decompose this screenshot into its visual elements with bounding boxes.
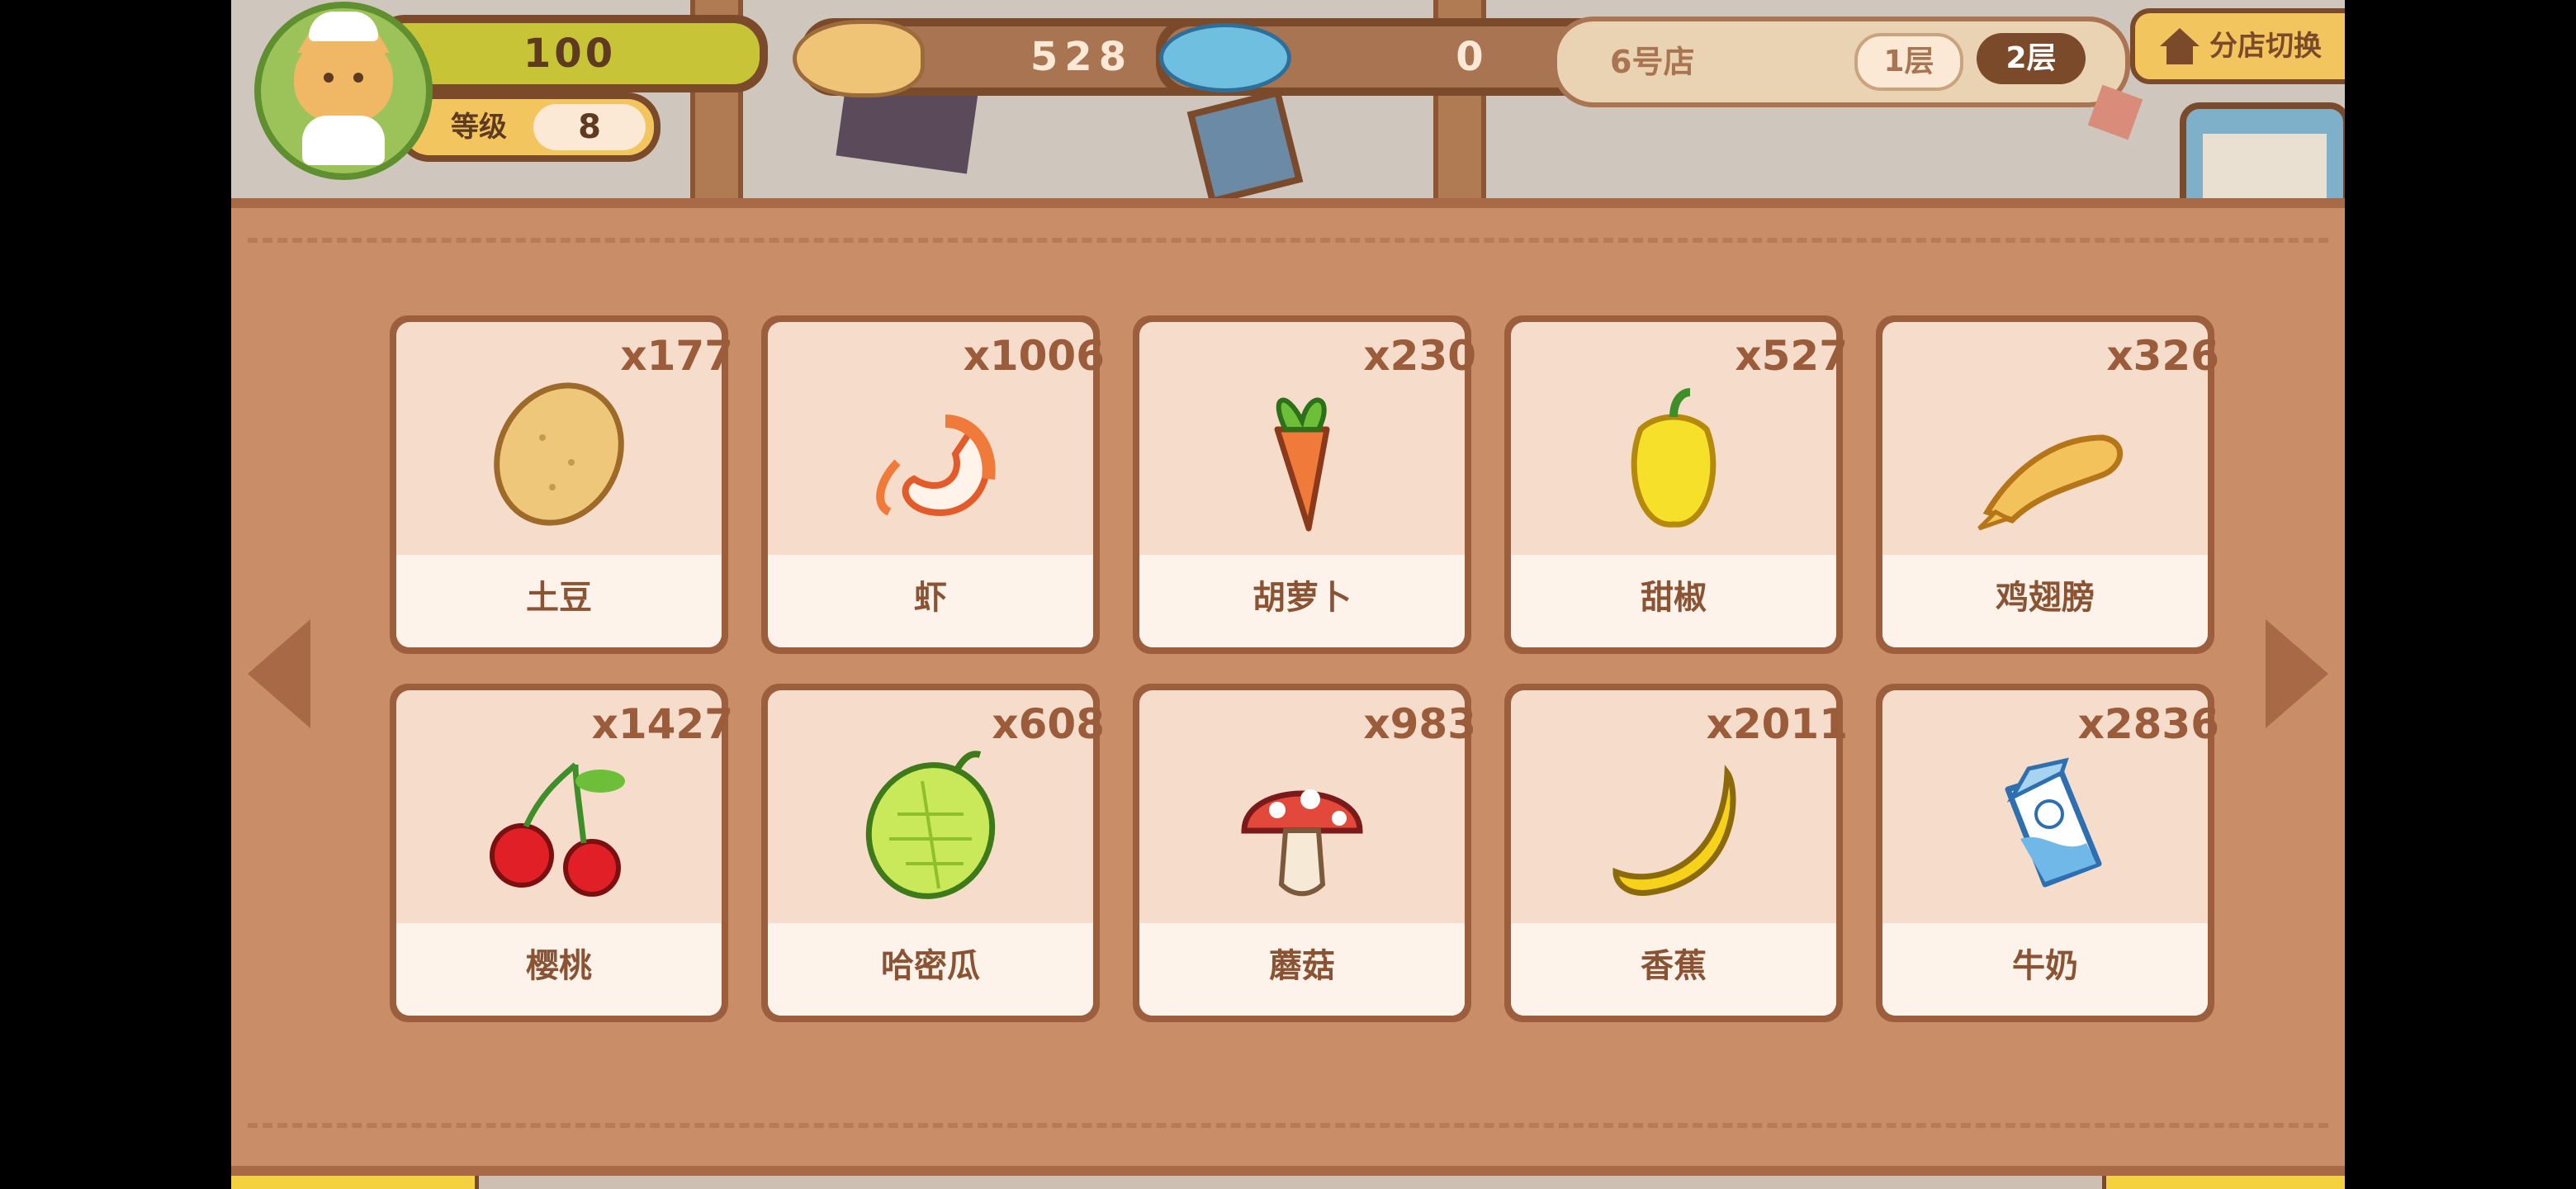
floor-2-button[interactable]: 2层 — [1977, 33, 2086, 84]
next-page-arrow-icon[interactable] — [2266, 619, 2328, 728]
previous-page-arrow-icon[interactable] — [248, 619, 310, 728]
ingredient-name: 胡萝卜 — [1252, 579, 1352, 617]
player-avatar[interactable] — [254, 2, 433, 180]
ingredient-count: x230 — [1363, 332, 1476, 380]
ingredient-name: 甜椒 — [1641, 579, 1707, 617]
ingredient-count: x983 — [1363, 700, 1476, 748]
ingredient-count: x177 — [620, 332, 733, 380]
ingredient-count: x527 — [1735, 332, 1848, 380]
banana-icon — [1612, 765, 1736, 896]
ingredient-card[interactable]: 虾 x1006 — [761, 315, 1105, 654]
level-badge: 等级 8 — [396, 92, 661, 162]
branch-switch-button[interactable]: 分店切换 — [2130, 8, 2345, 84]
ingredient-card[interactable]: 甜椒 x527 — [1504, 315, 1848, 654]
ingredient-card[interactable]: 胡萝卜 x230 — [1133, 315, 1476, 654]
game-screen: 100 等级 8 528 + 0 + 6号店 1层 2层 分店切换 — [231, 0, 2345, 1189]
ingredient-name: 哈密瓜 — [881, 947, 980, 985]
store-name: 6号店 — [1610, 44, 1695, 80]
ingredient-card[interactable]: 香蕉 x2011 — [1504, 684, 1848, 1022]
ingredient-name: 樱桃 — [526, 947, 592, 985]
taiyaki-coin-icon — [793, 20, 925, 97]
carrot-icon — [1274, 397, 1330, 532]
fish-icon — [1159, 23, 1291, 92]
panel-stitch-top — [248, 238, 2328, 243]
home-icon — [2160, 28, 2200, 46]
ingredient-count: x1006 — [963, 332, 1105, 380]
panel-stitch-bottom — [248, 1123, 2328, 1128]
ingredient-name: 香蕉 — [1641, 947, 1707, 985]
ingredient-card[interactable]: 樱桃 x1427 — [390, 684, 733, 1022]
ingredient-count: x608 — [992, 700, 1105, 748]
chicken-wing-icon — [1977, 434, 2124, 531]
bell-pepper-icon — [1631, 388, 1717, 528]
ingredient-card[interactable]: 鸡翅膀 x326 — [1876, 315, 2219, 654]
ingredient-card[interactable]: 土豆 x177 — [390, 315, 733, 654]
floor-switcher: 6号店 1层 2层 — [1552, 17, 2130, 107]
shrimp-icon — [876, 414, 996, 516]
ingredient-count: x326 — [2106, 332, 2219, 380]
ingredient-name: 蘑菇 — [1269, 947, 1335, 985]
mushroom-icon — [1241, 789, 1363, 897]
ingredient-count: x1427 — [591, 700, 733, 748]
ingredient-name: 土豆 — [526, 579, 592, 617]
branch-switch-label: 分店切换 — [2209, 30, 2322, 63]
melon-icon — [865, 751, 996, 899]
ingredient-card[interactable]: 牛奶 x2836 — [1876, 684, 2219, 1022]
level-label: 等级 — [451, 111, 507, 144]
floor-1-button[interactable]: 1层 — [1854, 33, 1963, 91]
ingredient-count: x2836 — [2077, 700, 2219, 748]
ingredient-count: x2011 — [1706, 700, 1848, 748]
ingredient-name: 牛奶 — [2012, 947, 2078, 985]
ingredient-name: 虾 — [914, 579, 947, 617]
ingredient-card[interactable]: 哈密瓜 x608 — [761, 684, 1105, 1022]
potato-icon — [494, 382, 624, 526]
ingredient-card[interactable]: 蘑菇 x983 — [1133, 684, 1476, 1022]
ingredient-name: 鸡翅膀 — [1996, 579, 2095, 617]
level-value: 8 — [578, 108, 601, 146]
milk-icon — [2005, 757, 2102, 888]
cherry-icon — [490, 762, 625, 897]
